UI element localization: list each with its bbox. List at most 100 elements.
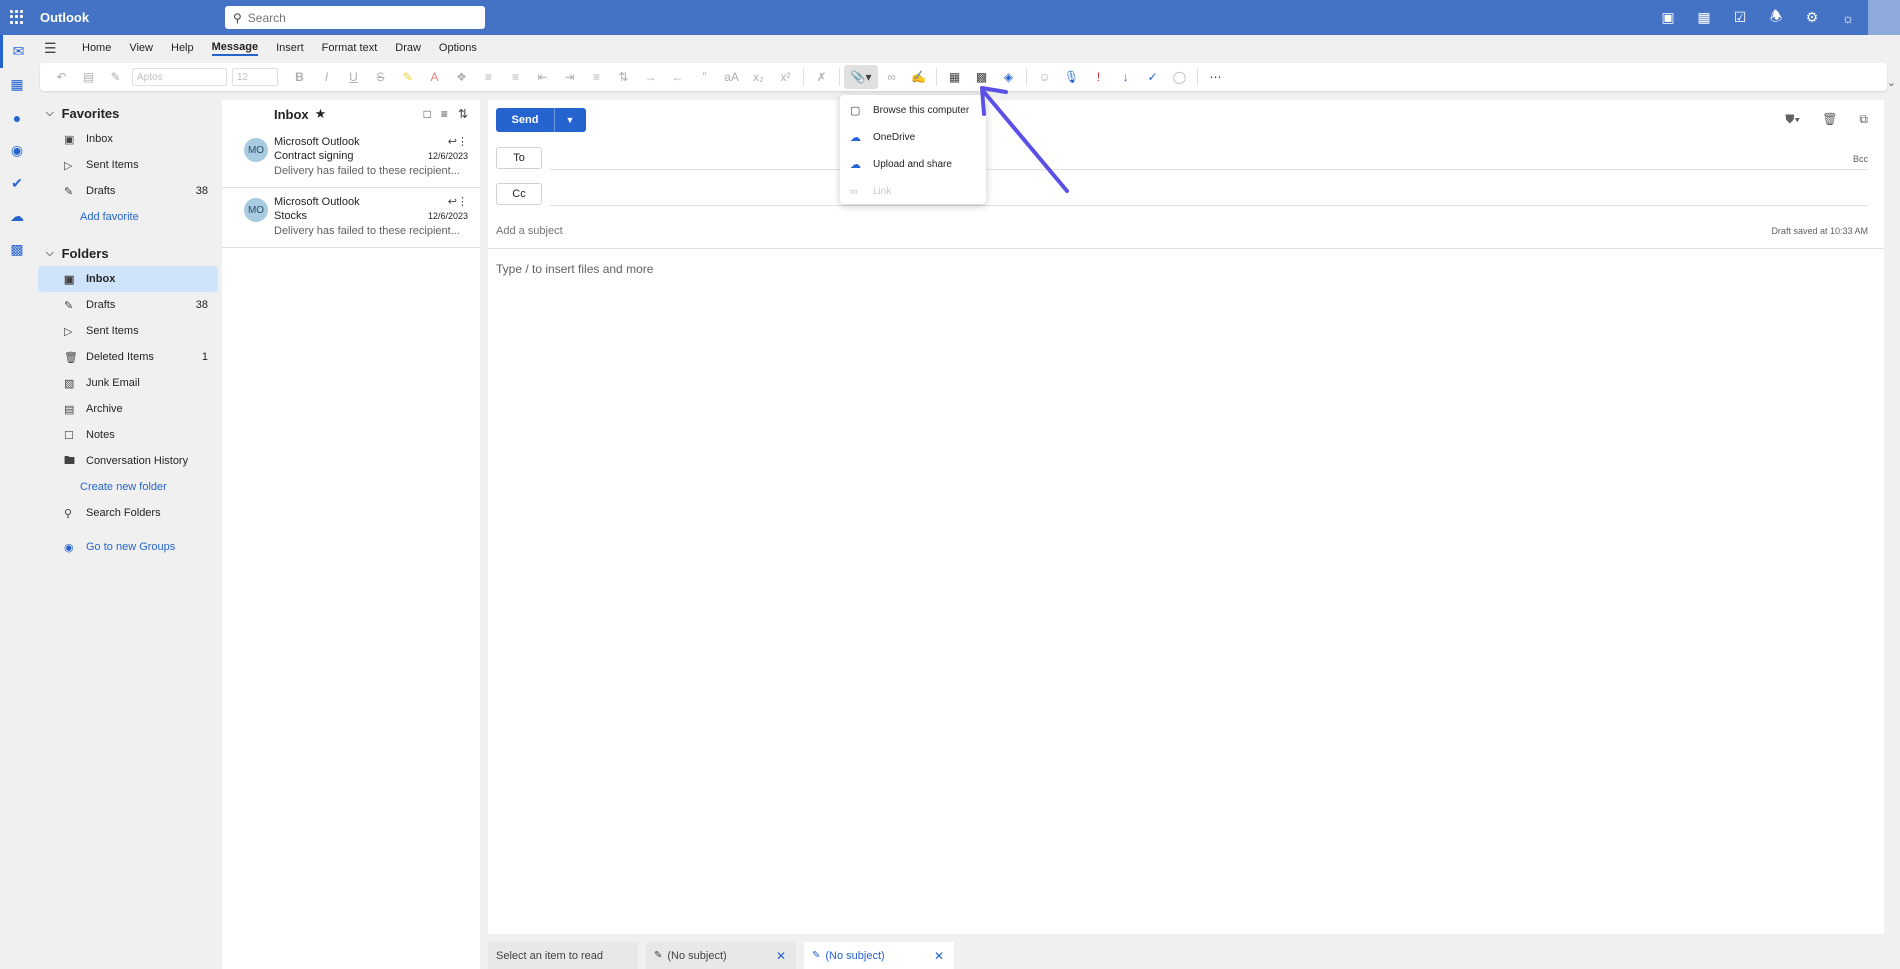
menu-item-browse-computer[interactable]: ▢ Browse this computer (840, 97, 986, 124)
folder-conversation-history[interactable]: 🖿 Conversation History (38, 448, 218, 474)
link-icon[interactable]: ∞ (878, 65, 905, 89)
app-title[interactable]: Outlook (40, 10, 89, 25)
bullets-icon[interactable]: ≡ (475, 65, 502, 89)
select-icon[interactable]: □ (424, 107, 431, 121)
add-favorite-link[interactable]: Add favorite (38, 204, 218, 230)
pop-out-icon[interactable]: ⧉ (1859, 112, 1868, 127)
menu-item-onedrive[interactable]: ☁ OneDrive (840, 124, 986, 151)
underline-icon[interactable]: U (340, 65, 367, 89)
increase-indent-icon[interactable]: ⇥ (556, 65, 583, 89)
quote-icon[interactable]: ” (691, 65, 718, 89)
numbering-icon[interactable]: ≡ (502, 65, 529, 89)
search-box[interactable]: ⚲ (225, 6, 485, 29)
draft-tab[interactable]: ✎ (No subject) ✕ (646, 942, 796, 969)
read-tab[interactable]: Select an item to read (488, 942, 638, 969)
favorite-inbox[interactable]: ▣ Inbox (38, 126, 218, 152)
table-icon[interactable]: ▦ (941, 65, 968, 89)
hamburger-icon[interactable]: ☰ (44, 40, 72, 57)
search-input[interactable] (247, 10, 468, 25)
folder-notes[interactable]: ☐ Notes (38, 422, 218, 448)
list-item[interactable]: MO Microsoft Outlook ↩⋮ Stocks 12/6/2023… (222, 188, 480, 248)
app-launcher-icon[interactable] (10, 10, 24, 24)
onedrive-icon[interactable]: ☁ (0, 200, 34, 233)
groups-icon[interactable]: ◉ (0, 134, 34, 167)
change-case-icon[interactable]: aA (718, 65, 745, 89)
account-avatar[interactable] (1868, 0, 1900, 35)
undo-icon[interactable]: ↶ (48, 65, 75, 89)
italic-icon[interactable]: I (313, 65, 340, 89)
calendar-check-icon[interactable]: ☑ (1722, 0, 1758, 35)
bcc-link[interactable]: Bcc (1853, 154, 1868, 164)
gear-icon[interactable]: ⚙ (1794, 0, 1830, 35)
sort-icon[interactable]: ⇅ (458, 107, 468, 121)
high-importance-icon[interactable]: ! (1085, 65, 1112, 89)
subscript-icon[interactable]: x₂ (745, 65, 772, 89)
line-spacing-icon[interactable]: ⇅ (610, 65, 637, 89)
cc-field-line[interactable] (550, 205, 1868, 206)
format-painter-icon[interactable]: ✎ (102, 65, 129, 89)
star-icon[interactable]: ★ (315, 106, 327, 122)
font-color-icon[interactable]: A (421, 65, 448, 89)
more-options-icon[interactable]: ⋯ (1202, 65, 1229, 89)
tab-message[interactable]: Message (211, 41, 259, 56)
favorites-header[interactable]: ⌵ Favorites (38, 100, 218, 126)
teams-icon[interactable]: ▣ (1650, 0, 1686, 35)
folder-junk-email[interactable]: ▧ Junk Email (38, 370, 218, 396)
send-button[interactable]: Send (496, 108, 555, 132)
filter-icon[interactable]: ≡ (441, 107, 448, 121)
signature-icon[interactable]: ✍ (905, 65, 932, 89)
sensitivity-icon[interactable]: ◯ (1166, 65, 1193, 89)
decrease-indent-icon[interactable]: ⇤ (529, 65, 556, 89)
highlight-icon[interactable]: ✎ (394, 65, 421, 89)
people-icon[interactable]: ● (0, 101, 34, 134)
styles-icon[interactable]: ❖ (448, 65, 475, 89)
rtl-icon[interactable]: ← (664, 65, 691, 89)
folder-deleted-items[interactable]: 🗑 Deleted Items 1 (38, 344, 218, 370)
low-importance-icon[interactable]: ↓ (1112, 65, 1139, 89)
folder-inbox[interactable]: ▣ Inbox (38, 266, 218, 292)
list-item[interactable]: MO Microsoft Outlook ↩⋮ Contract signing… (222, 128, 480, 188)
mail-icon[interactable]: ✉ (0, 35, 34, 68)
to-field-line[interactable] (550, 169, 1868, 170)
clipboard-icon[interactable]: ▤ (75, 65, 102, 89)
bold-icon[interactable]: B (286, 65, 313, 89)
lightbulb-icon[interactable]: ☼ (1830, 0, 1866, 35)
tab-options[interactable]: Options (439, 42, 477, 54)
close-icon[interactable]: ✕ (934, 949, 944, 963)
editor-icon[interactable]: ✓ (1139, 65, 1166, 89)
collapse-ribbon-icon[interactable]: ⌄ (1887, 76, 1896, 89)
discard-trash-icon[interactable]: 🗑 (1822, 112, 1837, 127)
go-to-groups-link[interactable]: ◉ Go to new Groups (38, 534, 218, 560)
folder-sent-items[interactable]: ▷ Sent Items (38, 318, 218, 344)
tab-format-text[interactable]: Format text (322, 42, 378, 54)
cc-button[interactable]: Cc (496, 183, 542, 205)
font-size-select[interactable]: 12 (232, 68, 278, 86)
word-icon[interactable]: ▦ (1686, 0, 1722, 35)
send-options-chevron-icon[interactable]: ▼ (555, 108, 585, 132)
tab-view[interactable]: View (129, 42, 153, 54)
font-name-select[interactable]: Aptos (132, 68, 227, 86)
draft-tab-active[interactable]: ✎ (No subject) ✕ (804, 942, 954, 969)
close-icon[interactable]: ✕ (776, 949, 786, 963)
sensitivity-shield-icon[interactable]: ⛊▾ (1785, 112, 1800, 127)
strikethrough-icon[interactable]: S (367, 65, 394, 89)
calendar-icon[interactable]: ▦ (0, 68, 34, 101)
bell-icon[interactable]: 🕭 (1758, 0, 1794, 35)
subject-input[interactable] (496, 225, 896, 237)
clear-format-icon[interactable]: ✗ (808, 65, 835, 89)
todo-icon[interactable]: ✔ (0, 167, 34, 200)
favorite-sent-items[interactable]: ▷ Sent Items (38, 152, 218, 178)
to-button[interactable]: To (496, 147, 542, 169)
favorite-drafts[interactable]: ✎ Drafts 38 (38, 178, 218, 204)
folder-search-folders[interactable]: ⚲ Search Folders (38, 500, 218, 526)
tab-help[interactable]: Help (171, 42, 194, 54)
folder-drafts[interactable]: ✎ Drafts 38 (38, 292, 218, 318)
folder-archive[interactable]: ▤ Archive (38, 396, 218, 422)
tab-insert[interactable]: Insert (276, 42, 304, 54)
attach-file-icon[interactable]: 📎▾ (844, 65, 878, 89)
apps-icon[interactable]: ▩ (0, 233, 34, 266)
ltr-icon[interactable]: → (637, 65, 664, 89)
folders-header[interactable]: ⌵ Folders (38, 240, 218, 266)
align-icon[interactable]: ≡ (583, 65, 610, 89)
body-editor[interactable]: Type / to insert files and more (496, 262, 653, 276)
